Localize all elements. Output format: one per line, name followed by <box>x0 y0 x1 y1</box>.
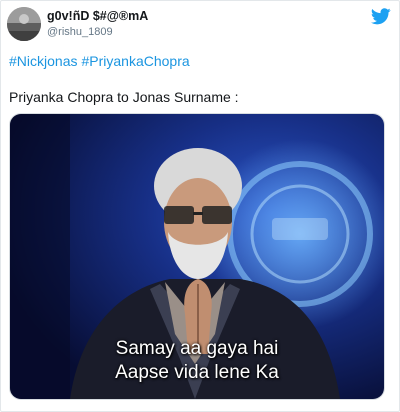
twitter-bird-icon[interactable] <box>371 8 391 25</box>
author-handle[interactable]: @rishu_1809 <box>47 25 148 39</box>
hashtag-link-priyankachopra[interactable]: #PriyankaChopra <box>81 53 189 69</box>
tweet-media[interactable]: Samay aa gaya hai Aapse vida lene Ka <box>9 113 385 400</box>
author-display-name[interactable]: g0v!ñD $#@®mA <box>47 9 148 24</box>
user-avatar[interactable] <box>7 7 41 41</box>
hashtags: #Nickjonas #PriyankaChopra <box>9 53 194 70</box>
caption-line-2: Aapse vida lene Ka <box>115 362 279 383</box>
meme-caption: Samay aa gaya hai Aapse vida lene Ka <box>10 337 384 385</box>
avatar-image <box>7 7 41 41</box>
caption-line-1: Samay aa gaya hai <box>115 338 279 359</box>
tweet-header: g0v!ñD $#@®mA @rishu_1809 <box>7 5 391 43</box>
author-info: g0v!ñD $#@®mA @rishu_1809 <box>47 9 148 39</box>
tweet-card: g0v!ñD $#@®mA @rishu_1809 #Nickjonas #Pri… <box>0 0 400 412</box>
hashtag-link-nickjonas[interactable]: #Nickjonas <box>9 53 77 69</box>
tweet-text: Priyanka Chopra to Jonas Surname : <box>9 89 239 105</box>
